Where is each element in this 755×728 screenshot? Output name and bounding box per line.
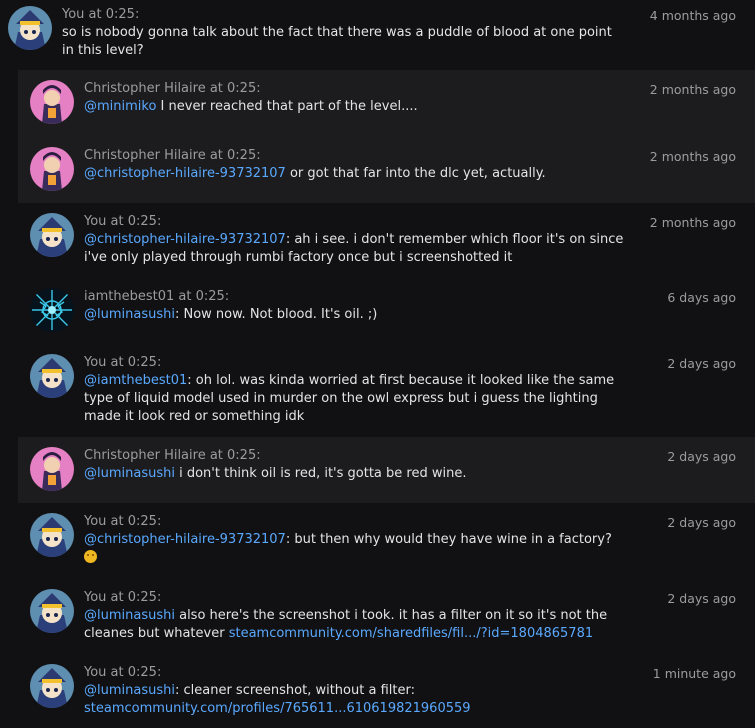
comment-date: 2 days ago: [667, 449, 736, 464]
comment-thread: You at 0:25: so is nobody gonna talk abo…: [0, 0, 755, 724]
comment-meta: You at 0:25:: [84, 355, 162, 370]
comment-date: 4 months ago: [649, 8, 736, 23]
author-name[interactable]: iamthebest01: [84, 289, 174, 304]
mention-link[interactable]: @iamthebest01: [84, 373, 187, 388]
comment-text: @luminasushi: cleaner screenshot, withou…: [84, 683, 471, 716]
timestamp-link[interactable]: 0:25: [128, 514, 157, 529]
timestamp-link[interactable]: 0:25: [128, 214, 157, 229]
avatar-iamthebest01[interactable]: [30, 288, 74, 332]
screenshot-link[interactable]: steamcommunity.com/sharedfiles/fil.../?i…: [229, 626, 593, 641]
mention-link[interactable]: @christopher-hilaire-93732107: [84, 232, 286, 247]
comment-text: so is nobody gonna talk about the fact t…: [62, 25, 612, 58]
author-name[interactable]: You: [84, 355, 106, 370]
comment-reply: iamthebest01 at 0:25: @luminasushi: Now …: [18, 278, 755, 344]
comment-text: @minimiko I never reached that part of t…: [84, 99, 418, 114]
mention-link[interactable]: @minimiko: [84, 99, 156, 114]
confused-emoji-icon: [84, 550, 97, 563]
avatar-you[interactable]: [30, 589, 74, 633]
timestamp-link[interactable]: 0:25: [227, 448, 256, 463]
comment-date: 2 days ago: [667, 591, 736, 606]
comment-date: 1 minute ago: [652, 666, 736, 681]
comment-reply: You at 0:25: @luminasushi also here's th…: [18, 579, 755, 654]
comment-text: @iamthebest01: oh lol. was kinda worried…: [84, 373, 615, 424]
author-name[interactable]: You: [84, 590, 106, 605]
comment-date: 2 months ago: [649, 149, 736, 164]
mention-link[interactable]: @luminasushi: [84, 307, 175, 322]
comment-reply: You at 0:25: @christopher-hilaire-937321…: [18, 503, 755, 579]
comment-reply: You at 0:25: @iamthebest01: oh lol. was …: [18, 344, 755, 437]
comment-text: @christopher-hilaire-93732107: but then …: [84, 531, 624, 567]
mention-link[interactable]: @luminasushi: [84, 683, 175, 698]
comment-date: 2 months ago: [649, 215, 736, 230]
avatar-you[interactable]: [8, 6, 52, 50]
author-name[interactable]: Christopher Hilaire: [84, 448, 206, 463]
avatar-you[interactable]: [30, 513, 74, 557]
comment-root: You at 0:25: so is nobody gonna talk abo…: [0, 0, 755, 70]
comment-meta: Christopher Hilaire at 0:25:: [84, 81, 261, 96]
timestamp-link[interactable]: 0:25: [227, 148, 256, 163]
avatar-you[interactable]: [30, 664, 74, 708]
avatar-christopher[interactable]: [30, 80, 74, 124]
timestamp-link[interactable]: 0:25: [128, 665, 157, 680]
author-name[interactable]: You: [62, 7, 84, 22]
comment-meta: You at 0:25:: [62, 7, 140, 22]
comment-date: 2 days ago: [667, 356, 736, 371]
comment-meta: You at 0:25:: [84, 514, 162, 529]
mention-link[interactable]: @christopher-hilaire-93732107: [84, 166, 286, 181]
comment-meta: iamthebest01 at 0:25:: [84, 289, 230, 304]
comment-date: 6 days ago: [667, 290, 736, 305]
comment-reply: Christopher Hilaire at 0:25: @christophe…: [18, 137, 755, 203]
comment-text: @luminasushi also here's the screenshot …: [84, 608, 608, 641]
timestamp-link[interactable]: 0:25: [128, 355, 157, 370]
mention-link[interactable]: @luminasushi: [84, 608, 175, 623]
author-name[interactable]: Christopher Hilaire: [84, 148, 206, 163]
comment-date: 2 days ago: [667, 515, 736, 530]
mention-link[interactable]: @christopher-hilaire-93732107: [84, 532, 286, 547]
avatar-you[interactable]: [30, 213, 74, 257]
comment-text: @luminasushi i don't think oil is red, i…: [84, 466, 467, 481]
timestamp-link[interactable]: 0:25: [128, 590, 157, 605]
screenshot-link[interactable]: steamcommunity.com/profiles/765611...610…: [84, 701, 471, 716]
timestamp-link[interactable]: 0:25: [196, 289, 225, 304]
comment-reply: Christopher Hilaire at 0:25: @luminasush…: [18, 437, 755, 503]
comment-text: @christopher-hilaire-93732107 or got tha…: [84, 166, 546, 181]
comment-text: @christopher-hilaire-93732107: ah i see.…: [84, 232, 624, 265]
avatar-christopher[interactable]: [30, 447, 74, 491]
comment-meta: You at 0:25:: [84, 590, 162, 605]
author-name[interactable]: Christopher Hilaire: [84, 81, 206, 96]
author-name[interactable]: You: [84, 665, 106, 680]
comment-reply: You at 0:25: @christopher-hilaire-937321…: [18, 203, 755, 278]
comment-reply: You at 0:25: @luminasushi: cleaner scree…: [18, 654, 755, 724]
author-name[interactable]: You: [84, 214, 106, 229]
comment-meta: Christopher Hilaire at 0:25:: [84, 148, 261, 163]
avatar-christopher[interactable]: [30, 147, 74, 191]
comment-text: @luminasushi: Now now. Not blood. It's o…: [84, 307, 378, 322]
comment-date: 2 months ago: [649, 82, 736, 97]
comment-meta: You at 0:25:: [84, 214, 162, 229]
timestamp-link[interactable]: 0:25: [227, 81, 256, 96]
author-name[interactable]: You: [84, 514, 106, 529]
comment-meta: You at 0:25:: [84, 665, 162, 680]
avatar-you[interactable]: [30, 354, 74, 398]
comment-meta: Christopher Hilaire at 0:25:: [84, 448, 261, 463]
mention-link[interactable]: @luminasushi: [84, 466, 175, 481]
timestamp-link[interactable]: 0:25: [106, 7, 135, 22]
comment-reply: Christopher Hilaire at 0:25: @minimiko I…: [18, 70, 755, 137]
